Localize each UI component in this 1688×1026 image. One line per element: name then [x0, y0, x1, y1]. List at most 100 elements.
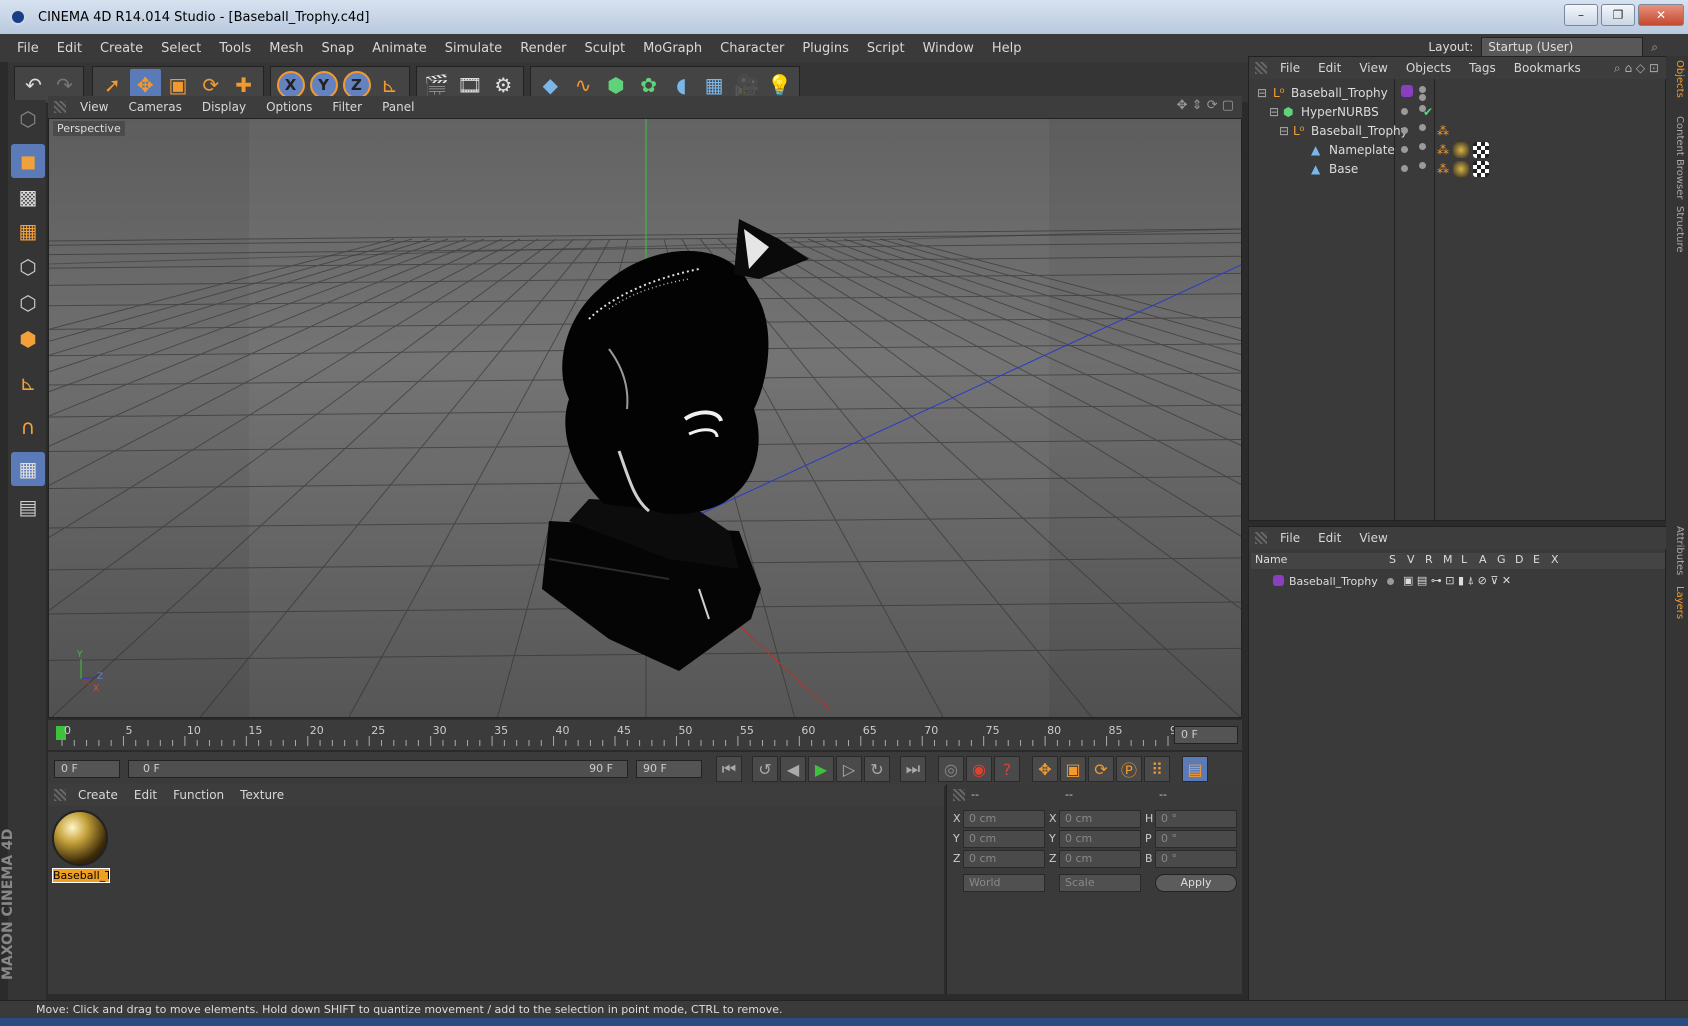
- timeline-ruler[interactable]: 051015202530354045505560657075808590 0 F: [48, 720, 1242, 750]
- material-panel-grip-icon[interactable]: [54, 789, 66, 801]
- apply-button[interactable]: Apply: [1155, 874, 1237, 892]
- close-button[interactable]: ✕: [1638, 4, 1684, 26]
- layer-panel-grip-icon[interactable]: [1255, 532, 1267, 544]
- visibility-dot[interactable]: [1419, 86, 1426, 93]
- obj-menu-view[interactable]: View: [1350, 61, 1396, 75]
- search-icon[interactable]: ⌕: [1651, 40, 1658, 55]
- end-frame-field[interactable]: 90 F: [636, 760, 702, 778]
- tab-objects[interactable]: Objects: [1669, 60, 1685, 98]
- layer-menu-view[interactable]: View: [1350, 531, 1396, 545]
- workplane-mode-icon[interactable]: ▦: [11, 214, 45, 248]
- record-scale-icon[interactable]: ▣: [1060, 756, 1086, 782]
- object-row-hypernurbs[interactable]: ⊟ ⬢ HyperNURBS ✔: [1249, 102, 1667, 122]
- mat-menu-edit[interactable]: Edit: [126, 788, 165, 802]
- material-tag-icon[interactable]: [1453, 161, 1469, 177]
- enabled-check-icon[interactable]: ✔: [1423, 105, 1433, 119]
- vp-menu-cameras[interactable]: Cameras: [118, 100, 191, 114]
- timeline-scheme-icon[interactable]: ▤: [1182, 756, 1208, 782]
- menu-create[interactable]: Create: [91, 41, 152, 56]
- range-slider[interactable]: 0 F 90 F: [128, 760, 628, 778]
- menu-plugins[interactable]: Plugins: [793, 41, 858, 56]
- record-pla-icon[interactable]: ⠿: [1144, 756, 1170, 782]
- goto-next-key-icon[interactable]: ↻: [864, 756, 890, 782]
- col-name[interactable]: Name: [1255, 553, 1287, 566]
- axis-mode-icon[interactable]: ⊾: [11, 366, 45, 400]
- rotation-h-field[interactable]: 0 °: [1155, 810, 1237, 828]
- col-render[interactable]: R: [1425, 553, 1433, 566]
- menu-edit[interactable]: Edit: [48, 41, 91, 56]
- menu-file[interactable]: File: [8, 41, 48, 56]
- uvw-tag-icon[interactable]: [1473, 161, 1489, 177]
- col-expressions[interactable]: E: [1533, 553, 1540, 566]
- autokey-icon[interactable]: ◉: [966, 756, 992, 782]
- layer-dot[interactable]: [1401, 127, 1408, 134]
- vp-menu-panel[interactable]: Panel: [372, 100, 424, 114]
- object-row-baseball-trophy[interactable]: ⊟ L⁰ Baseball_Trophy: [1249, 83, 1667, 103]
- layer-view-icon[interactable]: ▣ ▤ ⊶ ⊡ ▮ ⍋ ⊘ ⊽ ✕: [1403, 574, 1511, 588]
- undo-icon[interactable]: ↶: [19, 69, 48, 101]
- visibility-dot[interactable]: [1419, 124, 1426, 131]
- menu-mesh[interactable]: Mesh: [260, 41, 312, 56]
- layer-dot[interactable]: [1401, 165, 1408, 172]
- render-dot[interactable]: [1419, 94, 1426, 101]
- coord-scale-select[interactable]: Scale: [1059, 874, 1141, 892]
- menu-window[interactable]: Window: [914, 41, 983, 56]
- start-frame-field[interactable]: 0 F: [54, 760, 120, 778]
- next-frame-icon[interactable]: ▷: [836, 756, 862, 782]
- vp-menu-options[interactable]: Options: [256, 100, 322, 114]
- material-tag-icon[interactable]: [1453, 142, 1469, 158]
- phong-tag-icon[interactable]: ⁂: [1437, 143, 1449, 157]
- panel-grip-icon[interactable]: [54, 101, 66, 113]
- make-editable-icon[interactable]: ⬡: [11, 102, 45, 136]
- vp-menu-view[interactable]: View: [70, 100, 118, 114]
- visibility-dot[interactable]: [1419, 162, 1426, 169]
- tab-attributes[interactable]: Attributes: [1669, 526, 1685, 575]
- col-view[interactable]: V: [1407, 553, 1415, 566]
- mat-menu-texture[interactable]: Texture: [232, 788, 292, 802]
- size-x-field[interactable]: 0 cm: [1059, 810, 1141, 828]
- maximize-button[interactable]: ❐: [1601, 4, 1635, 26]
- phong-tag-icon[interactable]: ⁂: [1437, 162, 1449, 176]
- layer-dot[interactable]: [1401, 146, 1408, 153]
- viewport-camera-label[interactable]: Perspective: [53, 121, 125, 136]
- obj-menu-bookmarks[interactable]: Bookmarks: [1505, 61, 1590, 75]
- rotation-b-field[interactable]: 0 °: [1155, 850, 1237, 868]
- goto-prev-key-icon[interactable]: ↺: [752, 756, 778, 782]
- object-row-baseball-trophy-child[interactable]: ⊟ L⁰ Baseball_Trophy ⁂: [1249, 121, 1667, 141]
- layer-color-icon[interactable]: [1401, 85, 1413, 97]
- menu-simulate[interactable]: Simulate: [436, 41, 511, 56]
- material-thumbnail[interactable]: Baseball_Tr: [52, 810, 110, 883]
- collapse-icon[interactable]: ⊟: [1269, 105, 1279, 119]
- col-generators[interactable]: G: [1497, 553, 1506, 566]
- uvw-tag-icon[interactable]: [1473, 142, 1489, 158]
- mat-menu-function[interactable]: Function: [165, 788, 232, 802]
- menu-script[interactable]: Script: [858, 41, 914, 56]
- tab-structure[interactable]: Structure: [1669, 206, 1685, 253]
- perspective-viewport[interactable]: Y Z X Perspective: [48, 118, 1242, 718]
- menu-character[interactable]: Character: [711, 41, 793, 56]
- object-row-base[interactable]: ▲ Base ⁂: [1249, 159, 1667, 179]
- size-z-field[interactable]: 0 cm: [1059, 850, 1141, 868]
- position-y-field[interactable]: 0 cm: [963, 830, 1045, 848]
- menu-tools[interactable]: Tools: [210, 41, 260, 56]
- goto-end-icon[interactable]: ⏭: [900, 756, 926, 782]
- prev-frame-icon[interactable]: ◀: [780, 756, 806, 782]
- obj-menu-edit[interactable]: Edit: [1309, 61, 1350, 75]
- layer-menu-file[interactable]: File: [1271, 531, 1309, 545]
- tab-content-browser[interactable]: Content Browser: [1669, 116, 1685, 199]
- vp-menu-filter[interactable]: Filter: [322, 100, 372, 114]
- col-locked[interactable]: L: [1461, 553, 1467, 566]
- magnet-snap-icon[interactable]: ∩: [11, 410, 45, 444]
- edges-mode-icon[interactable]: ⬡: [11, 286, 45, 320]
- col-xref[interactable]: X: [1551, 553, 1559, 566]
- mat-menu-create[interactable]: Create: [70, 788, 126, 802]
- col-manager[interactable]: M: [1443, 553, 1453, 566]
- col-solo[interactable]: S: [1389, 553, 1396, 566]
- position-x-field[interactable]: 0 cm: [963, 810, 1045, 828]
- size-y-field[interactable]: 0 cm: [1059, 830, 1141, 848]
- menu-mograph[interactable]: MoGraph: [634, 41, 711, 56]
- object-row-nameplate[interactable]: ▲ Nameplate ⁂: [1249, 140, 1667, 160]
- keyframe-selection-icon[interactable]: ?: [994, 756, 1020, 782]
- col-animation[interactable]: A: [1479, 553, 1487, 566]
- coord-mode-select[interactable]: World: [963, 874, 1045, 892]
